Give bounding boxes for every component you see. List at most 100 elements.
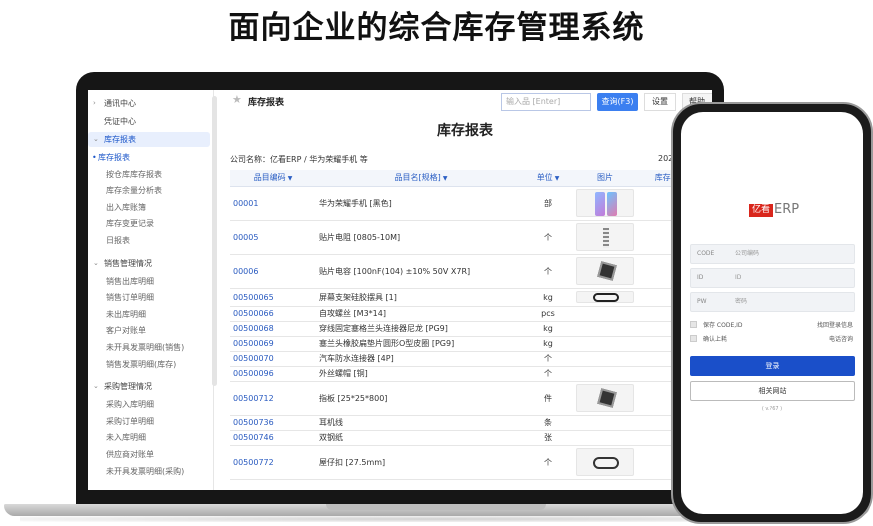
sidebar-item-label: 库存余量分析表 xyxy=(106,186,162,196)
sidebar-item[interactable]: 未开具发票明细(采购) xyxy=(88,464,210,479)
cell-code[interactable]: 00500746 xyxy=(230,430,316,446)
column-header[interactable]: 品目编码 ▼ xyxy=(230,170,316,187)
chevron-icon: › xyxy=(93,99,96,107)
sidebar-item[interactable]: 采购订单明细 xyxy=(88,414,210,429)
column-header[interactable]: 图片 xyxy=(570,170,640,187)
cell-name: 贴片电容 [100nF(104) ±10% 50V X7R] xyxy=(316,254,526,289)
table-row[interactable]: 00006贴片电容 [100nF(104) ±10% 50V X7R]个152, xyxy=(230,254,700,289)
code-field[interactable]: CODE 公司编码 xyxy=(690,244,855,264)
table-row[interactable]: 00001华为荣耀手机 [黑色]部87,2 xyxy=(230,186,700,221)
table-row[interactable]: 00500096外丝螺帽 [铜]个5,4 xyxy=(230,366,700,382)
confirm-checkbox[interactable] xyxy=(690,335,697,342)
cell-img xyxy=(570,321,640,337)
sidebar-item-current[interactable]: • 库存报表 xyxy=(88,150,210,165)
id-field[interactable]: ID ID xyxy=(690,268,855,288)
password-field[interactable]: PW 密码 xyxy=(690,292,855,312)
column-header-label: 品目编码 xyxy=(253,173,286,183)
sidebar-group-1[interactable]: 凭证中心 xyxy=(88,114,210,129)
cell-code[interactable]: 00500070 xyxy=(230,351,316,367)
sidebar-item[interactable]: 库存余量分析表 xyxy=(88,183,210,198)
sidebar-group-0[interactable]: › 通讯中心 xyxy=(88,96,210,111)
column-header-label: 单位 xyxy=(536,173,553,183)
sidebar-item[interactable]: 销售发票明细(库存) xyxy=(88,357,210,372)
cell-img xyxy=(570,415,640,431)
table-row[interactable]: 00500068穿线固定塞格兰头连接器尼龙 [PG9]kg85 xyxy=(230,321,700,337)
report-title: 库存报表 xyxy=(437,123,493,139)
find-login-link[interactable]: 找回登录信息 xyxy=(817,320,853,329)
logo-brand: 亿看 xyxy=(749,204,774,217)
cell-code[interactable]: 00006 xyxy=(230,254,316,289)
star-icon[interactable]: ★ xyxy=(232,93,242,106)
cell-code[interactable]: 00500712 xyxy=(230,381,316,416)
sidebar-item[interactable]: 库存变更记录 xyxy=(88,216,210,231)
sort-icon[interactable]: ▼ xyxy=(443,175,448,182)
cell-name: 双钢纸 xyxy=(316,430,526,446)
cell-code[interactable]: 00500068 xyxy=(230,321,316,337)
sidebar-item[interactable]: 出入库账簿 xyxy=(88,200,210,215)
related-site-button[interactable]: 相关网站 xyxy=(690,381,855,401)
laptop-notch xyxy=(326,504,546,510)
chevron-icon: ⌄ xyxy=(93,258,99,267)
settings-button[interactable]: 设置 xyxy=(644,93,676,111)
sidebar-item-label: 采购入库明细 xyxy=(106,400,154,410)
login-button[interactable]: 登录 xyxy=(690,356,855,376)
cell-code[interactable]: 00500065 xyxy=(230,288,316,307)
sidebar-item[interactable]: 销售订单明细 xyxy=(88,290,210,305)
sidebar-item-label: 采购订单明细 xyxy=(106,416,154,426)
toolbar: ★ 库存报表 输入品 [Enter] 查询(F3) 设置 帮助 xyxy=(218,90,712,116)
table-row[interactable]: 00500736耳机线条5,0 xyxy=(230,415,700,431)
chip-image xyxy=(576,257,634,285)
cell-code[interactable]: 00500069 xyxy=(230,336,316,352)
cell-img xyxy=(570,220,640,255)
confirm-label: 确认上耗 xyxy=(703,336,728,343)
sidebar-item-label: 未开具发票明细(采购) xyxy=(106,466,185,476)
column-header-label: 品目名[规格] xyxy=(394,173,441,183)
sidebar-item[interactable]: 未出库明细 xyxy=(88,307,210,322)
cell-code[interactable]: 00500736 xyxy=(230,415,316,431)
sidebar-scrollbar[interactable] xyxy=(212,96,217,386)
sidebar-item[interactable]: 供应商对账单 xyxy=(88,447,210,462)
column-header[interactable]: 单位 ▼ xyxy=(526,170,570,187)
cell-code[interactable]: 00500772 xyxy=(230,445,316,480)
remember-row: 保存 CODE,ID 找回登录信息 xyxy=(690,320,855,329)
sidebar-item[interactable]: 未入库明细 xyxy=(88,430,210,445)
sidebar-item[interactable]: 采购入库明细 xyxy=(88,397,210,412)
cell-code[interactable]: 00005 xyxy=(230,220,316,255)
cell-code[interactable]: 00500096 xyxy=(230,366,316,382)
sidebar-item-label: 库存报表 xyxy=(104,135,136,144)
cell-code[interactable]: 00500066 xyxy=(230,306,316,322)
sidebar-item[interactable]: 日报表 xyxy=(88,233,210,248)
sidebar-group-2[interactable]: ⌄ 库存报表 xyxy=(88,132,210,147)
cell-img xyxy=(570,186,640,221)
sidebar-item-label: 日报表 xyxy=(106,236,130,245)
table-row[interactable]: 00005贴片电阻 [0805-10M]个153, xyxy=(230,220,700,255)
table-row[interactable]: 00500069塞兰头橡胶扁垫片圆形O型皮圈 [PG9]kg75 xyxy=(230,336,700,352)
sidebar-item[interactable]: 按仓库库存报表 xyxy=(88,167,210,182)
sidebar-item[interactable]: 未开具发票明细(销售) xyxy=(88,340,210,355)
column-header[interactable]: 品目名[规格] ▼ xyxy=(316,170,526,187)
table-row[interactable]: 00500772屋仔扣 [27.5mm]个13,1 xyxy=(230,445,700,480)
search-input[interactable]: 输入品 [Enter] xyxy=(501,93,591,111)
code-label: CODE xyxy=(697,250,715,257)
table-row[interactable]: 00500070汽车防水连接器 [4P]个60 xyxy=(230,351,700,367)
cell-unit: 条 xyxy=(526,415,570,431)
sidebar-item-label: 销售出库明细 xyxy=(106,276,154,286)
cell-unit: 件 xyxy=(526,381,570,416)
chevron-icon: ⌄ xyxy=(93,382,99,391)
sort-icon[interactable]: ▼ xyxy=(288,175,293,182)
sidebar-group-9[interactable]: ⌄ 销售管理情况 xyxy=(88,256,210,271)
table-row[interactable]: 00500065屏幕支架硅胶摆具 [1]kg1,5 xyxy=(230,288,700,307)
table-row[interactable]: 00500066自攻螺丝 [M3*14]pcs1,0 xyxy=(230,306,700,322)
remember-checkbox[interactable] xyxy=(690,321,697,328)
sidebar-group-16[interactable]: ⌄ 采购管理情况 xyxy=(88,379,210,394)
table-row[interactable]: 00500712指板 [25*25*800]件10 xyxy=(230,381,700,416)
cell-img xyxy=(570,445,640,480)
query-button[interactable]: 查询(F3) xyxy=(597,93,638,111)
sidebar-item[interactable]: 销售出库明细 xyxy=(88,274,210,289)
sidebar-item[interactable]: 客户对账单 xyxy=(88,323,210,338)
sort-icon[interactable]: ▼ xyxy=(555,175,560,182)
chip-image xyxy=(576,384,634,412)
cell-code[interactable]: 00001 xyxy=(230,186,316,221)
phone-consult-link[interactable]: 电话咨询 xyxy=(829,334,853,343)
table-row[interactable]: 00500746双钢纸张3,3 xyxy=(230,430,700,446)
